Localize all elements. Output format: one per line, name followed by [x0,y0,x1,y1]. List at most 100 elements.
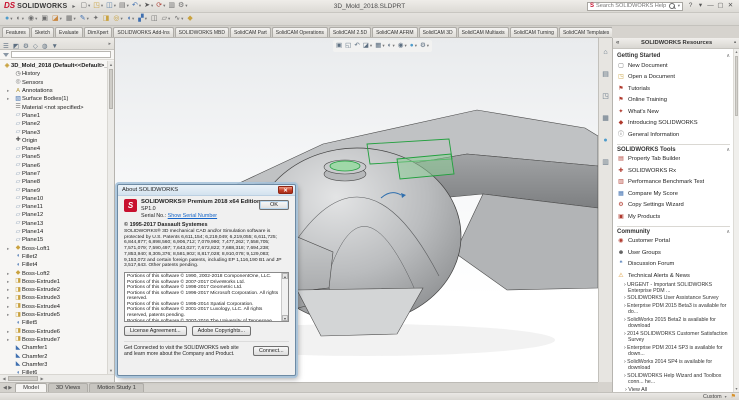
third-party-notices-list[interactable]: ▲ ▼ Portions of this software © 1990, 20… [124,272,289,322]
taskpane-item-discussion-forum[interactable]: ❝Discussion Forum [617,259,730,271]
tree-item[interactable]: ◎Sensors [0,79,107,87]
section-view-caret-icon[interactable]: ▾ [60,16,62,22]
tree-item[interactable]: ▸◨Boss-Extrude3 [0,294,107,302]
scroll-up-icon[interactable]: ▲ [108,61,114,68]
collapse-chevron-icon[interactable]: « [616,40,619,46]
new-file-icon[interactable]: ▢▾ [80,1,90,11]
tree-item[interactable]: ▱Plane10 [0,195,107,203]
tree-item[interactable]: ▱Plane4 [0,145,107,153]
ribbon-tab-solidcam-3d[interactable]: SolidCAM 3D [419,27,457,37]
tree-item[interactable]: ▸◆Boss-Loft1 [0,245,107,253]
ribbon-tab-solidcam-afrm[interactable]: SolidCAM AFRM [372,27,418,37]
tree-item[interactable]: ▱Plane5 [0,153,107,161]
document-tab-model[interactable]: Model [15,383,47,392]
options-caret-icon[interactable]: ▾ [185,3,187,9]
taskpane-item-introducing-solidworks[interactable]: ◆Introducing SOLIDWORKS [617,118,730,130]
taskpane-item-technical-alerts-news[interactable]: ⚠Technical Alerts & News [617,270,730,282]
curves-caret-icon[interactable]: ▾ [181,16,183,22]
taskpane-item-online-training[interactable]: ⚑Online Training [617,95,730,107]
mirror-icon[interactable]: ◫ [151,14,158,24]
section-view-icon[interactable]: ◪▾ [363,41,372,51]
help-caret-icon[interactable]: ▾ [696,1,705,11]
expand-icon[interactable]: ▸ [7,271,9,277]
hide-show-icon[interactable]: ◉▾ [28,14,37,24]
extrude-icon[interactable]: ◨ [103,14,110,24]
rebuild-icon[interactable]: ⟳▾ [156,1,165,11]
featuremanager-tree-tab[interactable]: ☰ [3,38,9,53]
expand-icon[interactable]: ▸ [7,88,9,94]
open-file-icon[interactable]: ◳▾ [93,1,103,11]
view-settings-caret-icon[interactable]: ▾ [427,43,429,49]
taskpane-item-general-information[interactable]: ⓘGeneral Information [617,129,730,141]
expand-icon[interactable]: ▸ [7,96,9,102]
tree-item[interactable]: ✚Origin [0,137,107,145]
section-header-solidworks-tools[interactable]: SOLIDWORKS Tools∧ [617,147,730,153]
zoom-fit-icon[interactable]: ▣ [41,14,48,24]
tree-item[interactable]: ▸▧Surface Bodies(1) [0,95,107,103]
filter-input[interactable] [11,51,111,58]
ribbon-tab-features[interactable]: Features [2,27,30,37]
view-settings-icon[interactable]: ⚙▾ [420,41,429,51]
pattern-icon[interactable]: ▞▾ [138,14,147,24]
ribbon-tab-solidcam-turning[interactable]: SolidCAM Turning [510,27,558,37]
edit-appearance-caret-icon[interactable]: ▾ [415,43,417,49]
menu-flyout-icon[interactable]: ▸ [72,3,75,10]
previous-view-icon[interactable]: ↶ [354,41,359,51]
expand-icon[interactable]: ▸ [7,279,9,285]
tree-item[interactable]: ▸◨Boss-Extrude7 [0,336,107,344]
fillet-icon[interactable]: ◖▾ [127,14,135,24]
undo-caret-icon[interactable]: ▾ [139,3,141,9]
taskpane-item-performance-benchmark-test[interactable]: ▥Performance Benchmark Test [617,177,730,189]
section-header-community[interactable]: Community∧ [617,229,730,235]
scroll-right-icon[interactable]: ▶ [38,376,46,381]
view-orientation-icon[interactable]: ▦▾ [375,41,384,51]
news-item[interactable]: › SOLIDWORKS Help Wizard and Toolbox con… [624,373,730,385]
tree-item[interactable]: ▱Plane6 [0,162,107,170]
connect-button[interactable]: Connect... [253,346,289,356]
scrollbar-thumb[interactable] [735,56,738,116]
select-arrow-caret-icon[interactable]: ▾ [151,3,153,9]
ribbon-tab-solidcam-operations[interactable]: SolidCAM Operations [272,27,328,37]
custom-properties-icon[interactable]: ▥ [602,151,609,169]
scroll-down-icon[interactable]: ▼ [108,367,114,374]
taskpane-item-customer-portal[interactable]: ◉Customer Portal [617,236,730,248]
adobe-copyrights-button[interactable]: Adobe Copyrights... [192,326,251,336]
new-file-caret-icon[interactable]: ▾ [88,3,90,9]
collapse-icon[interactable]: ∧ [726,147,730,153]
undo-icon[interactable]: ↶▾ [132,1,141,11]
dialog-close-icon[interactable]: ✕ [278,186,293,195]
ribbon-tab-solidcam-2-5d[interactable]: SolidCAM 2.5D [329,27,371,37]
close-icon[interactable]: ✕ [726,1,735,11]
news-item[interactable]: › URGENT - Important SOLIDWORKS Enterpri… [624,282,730,294]
expand-icon[interactable]: ▸ [7,312,9,318]
sketch-icon[interactable]: ✎▾ [80,14,89,24]
tree-item[interactable]: ▱Plane1 [0,112,107,120]
edit-appearance-icon[interactable]: ●▾ [410,41,417,51]
minimize-icon[interactable]: — [706,1,715,11]
options-icon[interactable]: ⚙▾ [178,1,188,11]
news-item[interactable]: › SolidWorks 2014 SP4 is available for d… [624,359,730,371]
tree-item[interactable]: ◷History [0,70,107,78]
tree-item[interactable]: ▸◨Boss-Extrude5 [0,311,107,319]
revolve-icon[interactable]: ◎▾ [113,14,122,24]
section-view-caret-icon[interactable]: ▾ [370,43,372,49]
tags-icon[interactable]: ⚑ [731,394,736,400]
scroll-up-icon[interactable]: ▲ [282,273,288,279]
select-arrow-icon[interactable]: ➤▾ [144,1,153,11]
view-orientation-icon[interactable]: ▦▾ [66,14,76,24]
taskpane-item-user-groups[interactable]: ☻User Groups [617,247,730,259]
design-library-icon[interactable]: ▤ [602,63,609,81]
taskpane-item-solidworks-rx[interactable]: ✚SOLIDWORKS Rx [617,165,730,177]
tree-item[interactable]: ▱Plane11 [0,203,107,211]
pin-icon[interactable]: ▪ [734,40,736,46]
hide-show-icon[interactable]: ◉▾ [398,41,407,51]
ribbon-tab-solidcam-part[interactable]: SolidCAM Part [230,27,271,37]
section-header-getting-started[interactable]: Getting Started∧ [617,53,730,59]
pattern-caret-icon[interactable]: ▾ [145,16,147,22]
taskpane-item-what-s-new[interactable]: ✦What's New [617,106,730,118]
document-tab-motion-study-1[interactable]: Motion Study 1 [89,383,144,392]
file-explorer-icon[interactable]: ◳ [602,85,609,103]
collapse-icon[interactable]: ∧ [726,229,730,235]
tree-item[interactable]: ▸◨Boss-Extrude6 [0,328,107,336]
news-item[interactable]: › Enterprise PDM 2015 Beta3 is available… [624,303,730,315]
